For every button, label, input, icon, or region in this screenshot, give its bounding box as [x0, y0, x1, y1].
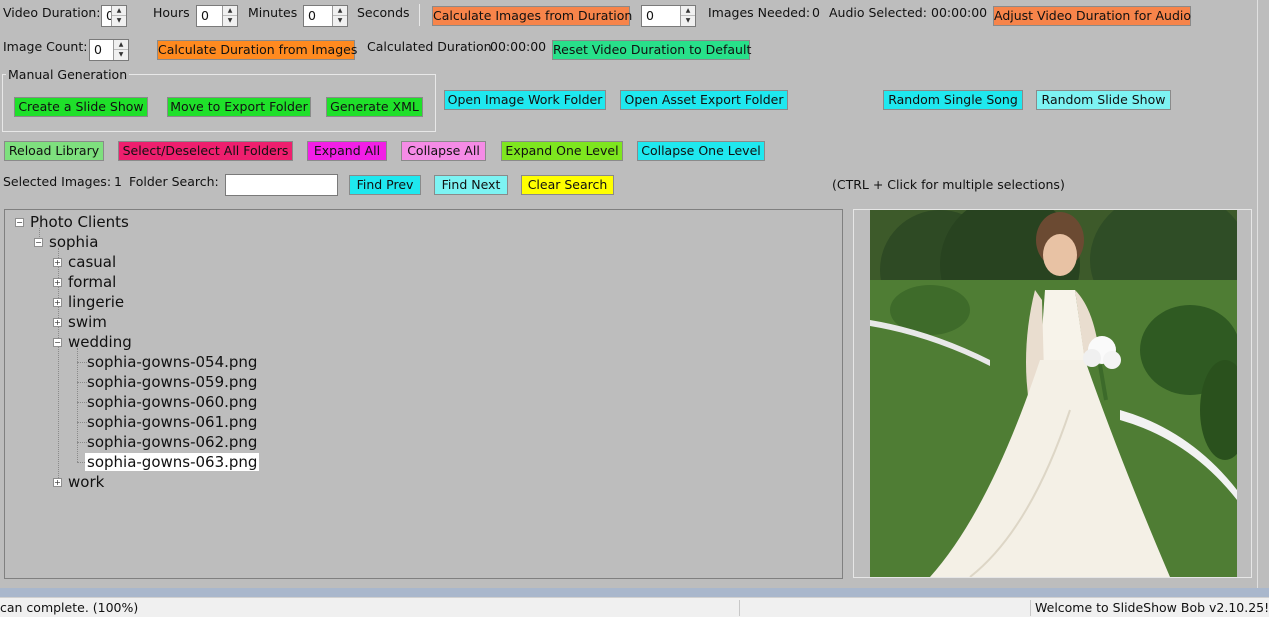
selected-images-count: 1 — [114, 174, 122, 189]
calculated-duration-value: 00:00:00 — [490, 39, 547, 54]
selected-images-label: Selected Images: — [3, 174, 112, 189]
reset-duration-button[interactable]: Reset Video Duration to Default — [552, 40, 751, 60]
expand-icon[interactable]: + — [53, 258, 62, 267]
adjust-duration-button[interactable]: Adjust Video Duration for Audio — [993, 6, 1191, 26]
tree-file[interactable]: sophia-gowns-062.png — [87, 433, 257, 451]
select-all-folders-button[interactable]: Select/Deselect All Folders — [118, 141, 293, 161]
collapse-all-button[interactable]: Collapse All — [401, 141, 486, 161]
window-border — [0, 588, 1269, 597]
tree-file[interactable]: sophia-gowns-061.png — [87, 413, 257, 431]
folder-search-label: Folder Search: — [129, 174, 219, 189]
expand-icon[interactable]: + — [53, 478, 62, 487]
image-count-label: Image Count: — [3, 39, 88, 54]
status-separator — [739, 600, 740, 616]
tree-node-folder[interactable]: work — [68, 473, 104, 491]
expand-icon[interactable]: + — [53, 318, 62, 327]
wedding-photo — [870, 210, 1237, 577]
video-duration-label: Video Duration: — [3, 5, 101, 20]
minutes-label: Minutes — [248, 5, 298, 20]
seconds-spinner[interactable]: 0 ▲ ▼ — [303, 5, 348, 27]
find-next-button[interactable]: Find Next — [434, 175, 508, 195]
random-slideshow-button[interactable]: Random Slide Show — [1036, 90, 1171, 110]
images-needed-label: Images Needed: — [708, 5, 811, 20]
audio-selected-label: Audio Selected: — [829, 5, 927, 20]
tree-line — [77, 362, 87, 363]
tree-node-sophia[interactable]: sophia — [49, 233, 98, 251]
tree-node-folder[interactable]: formal — [68, 273, 116, 291]
spin-down-icon[interactable]: ▼ — [681, 16, 695, 26]
minutes-value: 0 — [201, 8, 209, 23]
image-count-spinner[interactable]: 0 ▲ ▼ — [89, 39, 129, 61]
create-slideshow-button[interactable]: Create a Slide Show — [14, 97, 148, 117]
spin-down-icon[interactable]: ▼ — [223, 16, 237, 26]
move-to-export-button[interactable]: Move to Export Folder — [167, 97, 311, 117]
minutes-spinner[interactable]: 0 ▲ ▼ — [196, 5, 238, 27]
hours-label: Hours — [153, 5, 190, 20]
reload-library-button[interactable]: Reload Library — [4, 141, 104, 161]
tree-node-folder[interactable]: casual — [68, 253, 116, 271]
expand-one-level-button[interactable]: Expand One Level — [501, 141, 623, 161]
collapse-icon[interactable]: − — [15, 218, 24, 227]
seconds-value: 0 — [308, 8, 316, 23]
random-single-song-button[interactable]: Random Single Song — [883, 90, 1023, 110]
divider — [419, 4, 420, 26]
image-preview-frame — [853, 209, 1252, 578]
spin-up-icon[interactable]: ▲ — [681, 6, 695, 16]
tree-line — [77, 348, 78, 462]
calculate-images-button[interactable]: Calculate Images from Duration — [432, 6, 632, 26]
tree-node-folder[interactable]: wedding — [68, 333, 132, 351]
calculate-duration-button[interactable]: Calculate Duration from Images — [157, 40, 357, 60]
folder-search-input[interactable] — [225, 174, 338, 196]
collapse-icon[interactable]: − — [53, 338, 62, 347]
multi-select-hint: (CTRL + Click for multiple selections) — [832, 177, 1065, 192]
seconds-label: Seconds — [357, 5, 410, 20]
expand-icon[interactable]: + — [53, 298, 62, 307]
expand-all-button[interactable]: Expand All — [307, 141, 387, 161]
manual-generation-title: Manual Generation — [6, 67, 130, 83]
spin-down-icon[interactable]: ▼ — [333, 16, 347, 26]
status-bar: can complete. (100%) Welcome to SlideSho… — [0, 597, 1269, 617]
image-count-value: 0 — [94, 42, 102, 57]
spin-down-icon[interactable]: ▼ — [114, 50, 128, 60]
expand-icon[interactable]: + — [53, 278, 62, 287]
tree-line — [77, 422, 87, 423]
tree-file[interactable]: sophia-gowns-054.png — [87, 353, 257, 371]
folder-tree[interactable]: − Photo Clients − sophia + casual + form… — [4, 209, 843, 579]
images-needed-value: 0 — [646, 8, 654, 23]
tree-file-selected[interactable]: sophia-gowns-063.png — [85, 453, 260, 471]
find-prev-button[interactable]: Find Prev — [349, 175, 421, 195]
calculated-duration-label: Calculated Duration — [367, 39, 492, 54]
status-separator — [1030, 600, 1031, 616]
tree-file[interactable]: sophia-gowns-059.png — [87, 373, 257, 391]
images-needed-spinner[interactable]: 0 ▲ ▼ — [641, 5, 696, 27]
open-image-folder-button[interactable]: Open Image Work Folder — [444, 90, 606, 110]
spin-down-icon[interactable]: ▼ — [112, 16, 126, 26]
tree-file[interactable]: sophia-gowns-060.png — [87, 393, 257, 411]
collapse-icon[interactable]: − — [34, 238, 43, 247]
spin-up-icon[interactable]: ▲ — [112, 6, 126, 16]
tree-line — [77, 402, 87, 403]
images-needed-count: 0 — [812, 5, 820, 20]
tree-root[interactable]: Photo Clients — [30, 213, 129, 231]
status-welcome: Welcome to SlideShow Bob v2.10.25! — [1035, 600, 1269, 615]
tree-node-folder[interactable]: swim — [68, 313, 107, 331]
tree-line — [77, 382, 87, 383]
spin-up-icon[interactable]: ▲ — [333, 6, 347, 16]
spin-up-icon[interactable]: ▲ — [114, 40, 128, 50]
status-progress: can complete. (100%) — [0, 600, 139, 615]
clear-search-button[interactable]: Clear Search — [521, 175, 614, 195]
tree-line — [77, 442, 87, 443]
window-edge — [1257, 0, 1269, 590]
open-asset-folder-button[interactable]: Open Asset Export Folder — [620, 90, 788, 110]
spin-up-icon[interactable]: ▲ — [223, 6, 237, 16]
tree-node-folder[interactable]: lingerie — [68, 293, 124, 311]
audio-selected-value: 00:00:00 — [931, 5, 988, 20]
collapse-one-level-button[interactable]: Collapse One Level — [637, 141, 765, 161]
hours-spinner[interactable]: 0 ▲ ▼ — [101, 5, 127, 27]
generate-xml-button[interactable]: Generate XML — [326, 97, 423, 117]
